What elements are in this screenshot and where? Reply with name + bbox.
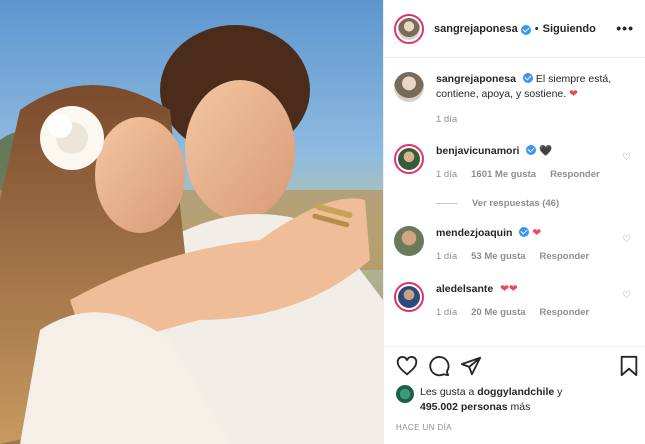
comment-item: aledelsante ❤❤ 1 día 20 Me gusta Respond… xyxy=(394,282,639,320)
comment-item: benjavicunamori 🖤 1 día 1601 Me gusta Re… xyxy=(394,144,639,182)
author-username[interactable]: sangrejaponesa xyxy=(434,23,518,35)
post-date[interactable]: HACE UN DÍA xyxy=(396,423,452,432)
more-icon[interactable]: ••• xyxy=(616,20,634,36)
likes-prefix: Les gusta a xyxy=(420,386,478,398)
bookmark-icon[interactable] xyxy=(618,355,640,377)
author-avatar[interactable] xyxy=(394,13,424,44)
caption-emoji: ❤ xyxy=(569,88,578,100)
comment-time[interactable]: 1 día xyxy=(436,249,457,264)
verified-icon xyxy=(522,73,533,83)
couple-photo xyxy=(0,0,383,444)
heart-icon[interactable]: ♡ xyxy=(622,152,631,163)
likes-middle: y xyxy=(554,386,563,398)
likes-count[interactable]: 495.002 personas xyxy=(420,401,508,413)
likes-suffix: más xyxy=(507,401,531,413)
comment-icon[interactable] xyxy=(428,355,450,377)
comment-item: mendezjoaquin ❤ 1 día 53 Me gusta Respon… xyxy=(394,226,639,264)
reply-divider xyxy=(436,203,458,204)
caption: sangrejaponesa El siempre está, contiene… xyxy=(394,72,639,127)
commenter-avatar[interactable] xyxy=(394,226,424,256)
liker-avatar[interactable] xyxy=(396,385,414,403)
comment-likes[interactable]: 1601 Me gusta xyxy=(471,167,536,182)
comment-text: 🖤 xyxy=(539,145,553,157)
comment-text: ❤❤ xyxy=(500,283,518,295)
action-bar: Les gusta a doggylandchile y 495.002 per… xyxy=(384,346,645,444)
comment-text: ❤ xyxy=(532,227,542,239)
commenter-avatar[interactable] xyxy=(394,282,424,312)
following-button[interactable]: Siguiendo xyxy=(543,23,596,35)
commenter-avatar[interactable] xyxy=(394,144,424,174)
view-replies-button[interactable]: Ver respuestas (46) xyxy=(436,198,559,209)
reply-button[interactable]: Responder xyxy=(550,167,600,182)
heart-icon[interactable]: ♡ xyxy=(622,234,631,245)
reply-button[interactable]: Responder xyxy=(540,249,590,264)
post-photo[interactable] xyxy=(0,0,383,444)
comments-list[interactable]: sangrejaponesa El siempre está, contiene… xyxy=(384,58,645,346)
post-header: sangrejaponesa • Siguiendo ••• xyxy=(384,0,645,58)
verified-icon xyxy=(519,227,530,237)
caption-time[interactable]: 1 día xyxy=(436,112,457,127)
view-replies-label[interactable]: Ver respuestas (46) xyxy=(472,198,559,209)
comment-likes[interactable]: 53 Me gusta xyxy=(471,249,525,264)
reply-button[interactable]: Responder xyxy=(540,305,590,320)
post-panel: sangrejaponesa • Siguiendo ••• sangrejap… xyxy=(383,0,645,444)
share-icon[interactable] xyxy=(460,355,482,377)
heart-icon[interactable] xyxy=(396,355,418,377)
separator-dot: • xyxy=(534,22,539,35)
comment-time[interactable]: 1 día xyxy=(436,167,457,182)
liker-username[interactable]: doggylandchile xyxy=(477,386,554,398)
likes-summary: Les gusta a doggylandchile y 495.002 per… xyxy=(396,385,600,415)
caption-username[interactable]: sangrejaponesa xyxy=(436,73,516,85)
comment-likes[interactable]: 20 Me gusta xyxy=(471,305,525,320)
comment-username[interactable]: aledelsante xyxy=(436,283,493,295)
comment-username[interactable]: benjavicunamori xyxy=(436,145,519,157)
author-avatar[interactable] xyxy=(394,72,424,102)
comment-time[interactable]: 1 día xyxy=(436,305,457,320)
comment-username[interactable]: mendezjoaquin xyxy=(436,227,512,239)
heart-icon[interactable]: ♡ xyxy=(622,290,631,301)
verified-icon xyxy=(526,145,537,155)
verified-icon xyxy=(520,24,531,35)
